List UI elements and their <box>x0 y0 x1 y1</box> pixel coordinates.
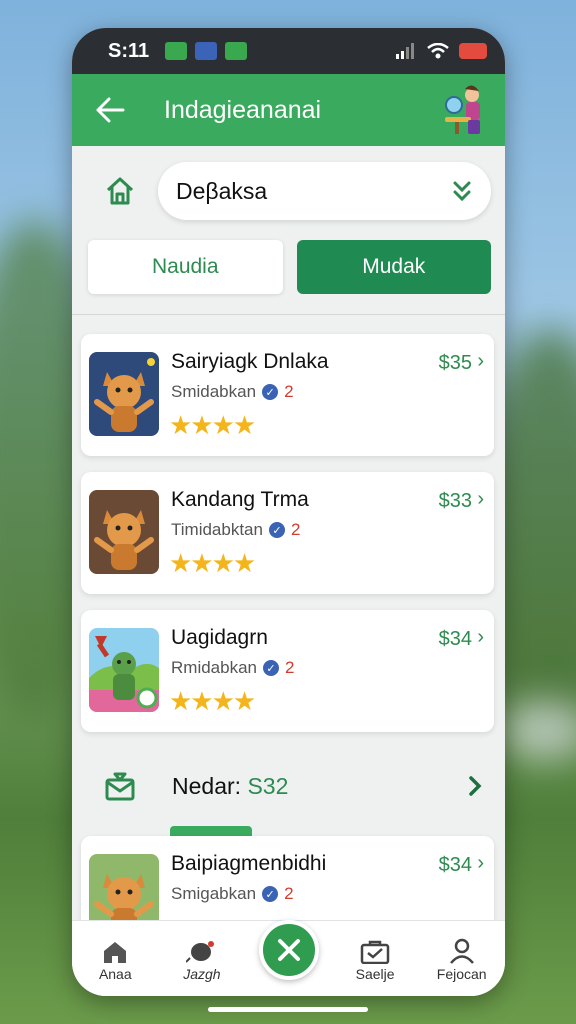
home-indicator <box>208 1007 368 1012</box>
item-count: 2 <box>285 658 295 677</box>
page-title: Indagieananai <box>164 95 322 124</box>
notification-icon <box>165 42 188 60</box>
item-seller: Smidabkan <box>171 382 257 401</box>
rating-stars: ★★★★ <box>169 548 256 578</box>
person-icon <box>449 936 475 964</box>
item-title: Kandang Trma <box>171 488 309 511</box>
list-item[interactable]: Kandang Trma Timidabktan ✓ 2 ★★★★ $33 › <box>81 472 494 594</box>
nav-item-home[interactable]: Anaa <box>72 936 159 982</box>
item-count: 2 <box>284 884 294 903</box>
item-subtitle: Smigabkan ✓ 2 <box>171 884 294 904</box>
home-icon <box>106 177 134 205</box>
chevron-right-icon <box>469 776 482 796</box>
rating-stars: ★★★★ <box>169 410 256 440</box>
verified-icon: ✓ <box>263 660 279 676</box>
item-price: $34 <box>438 854 472 876</box>
item-count: 2 <box>290 520 301 539</box>
chevron-right-icon: › <box>477 852 484 874</box>
item-subtitle: Timidabktan ✓ 2 <box>171 520 300 540</box>
item-price: $35 <box>438 352 472 374</box>
item-subtitle: Rmidabkan ✓ 2 <box>171 658 294 678</box>
nav-label: Saelje <box>355 966 395 982</box>
verified-icon: ✓ <box>268 522 285 538</box>
verified-icon: ✓ <box>262 886 279 902</box>
nav-item-profile[interactable]: Fejocan <box>418 936 505 982</box>
item-price: $33 <box>438 490 472 512</box>
cat-character-icon <box>89 352 159 436</box>
status-bar: S:11 <box>72 28 505 74</box>
center-action-button[interactable] <box>259 920 319 980</box>
wifi-icon <box>427 43 449 59</box>
inbox-icon <box>105 772 135 801</box>
item-title: Uagidagrn <box>171 626 268 649</box>
signal-icon <box>396 43 414 59</box>
item-seller: Rmidabkan <box>171 658 257 677</box>
arrow-left-icon[interactable] <box>90 97 130 123</box>
home-icon <box>102 936 128 964</box>
cat-character-icon <box>89 490 159 574</box>
item-seller: Smigabkan <box>171 884 257 903</box>
app-bar: Indagieananai <box>72 74 505 146</box>
list-item[interactable]: Uagidagrn Rmidabkan ✓ 2 ★★★★ $34 › <box>81 610 494 732</box>
summary-row[interactable]: Nedar: S32 <box>72 750 505 822</box>
rating-stars: ★★★★ <box>169 686 256 716</box>
chevron-right-icon: › <box>477 488 484 510</box>
category-select[interactable]: Deβaksa <box>158 162 491 220</box>
status-time: S:11 <box>108 39 150 62</box>
selector-row: Deβaksa <box>72 146 505 220</box>
chevron-down-icon <box>453 181 471 202</box>
item-title: Sairyiagk Dnlaka <box>171 350 329 373</box>
item-price: $34 <box>438 628 472 650</box>
item-count: 2 <box>284 382 294 401</box>
bird-icon <box>185 936 218 964</box>
verified-icon: ✓ <box>262 384 279 400</box>
item-seller: Timidabktan <box>171 520 263 539</box>
close-icon <box>278 939 300 961</box>
list-item[interactable]: Sairyiagk Dnlaka Smidabkan ✓ 2 ★★★★ $35 … <box>81 334 494 456</box>
battery-icon <box>459 43 487 59</box>
notification-icon <box>195 42 218 60</box>
summary-value: S32 <box>247 772 289 799</box>
divider <box>72 314 505 315</box>
nav-label: Jazgh <box>183 966 221 982</box>
briefcase-icon <box>360 936 390 964</box>
chevron-right-icon: › <box>477 350 484 372</box>
nav-label: Anaa <box>98 966 132 982</box>
chevron-right-icon: › <box>477 626 484 648</box>
nav-item-briefcase[interactable]: Saelje <box>332 936 419 982</box>
phone-screen: S:11 Indagieananai Deβaksa Naudia Mudak … <box>72 28 505 996</box>
summary-label: Nedar: S32 <box>172 773 467 800</box>
toggle-right-button[interactable]: Mudak <box>296 240 491 294</box>
segment-toggle: Naudia Mudak <box>72 220 505 294</box>
item-title: Baipiagmenbidhi <box>171 852 327 875</box>
item-subtitle: Smidabkan ✓ 2 <box>171 382 294 402</box>
nav-label: Fejocan <box>436 966 487 982</box>
notification-icon <box>225 42 248 60</box>
toggle-left-button[interactable]: Naudia <box>88 240 283 294</box>
person-avatar-icon[interactable] <box>441 83 487 137</box>
nav-item-bird[interactable]: Jazgh <box>159 936 246 982</box>
frog-character-icon <box>89 628 159 712</box>
summary-label-text: Nedar: <box>172 772 242 799</box>
select-value: Deβaksa <box>176 177 268 204</box>
